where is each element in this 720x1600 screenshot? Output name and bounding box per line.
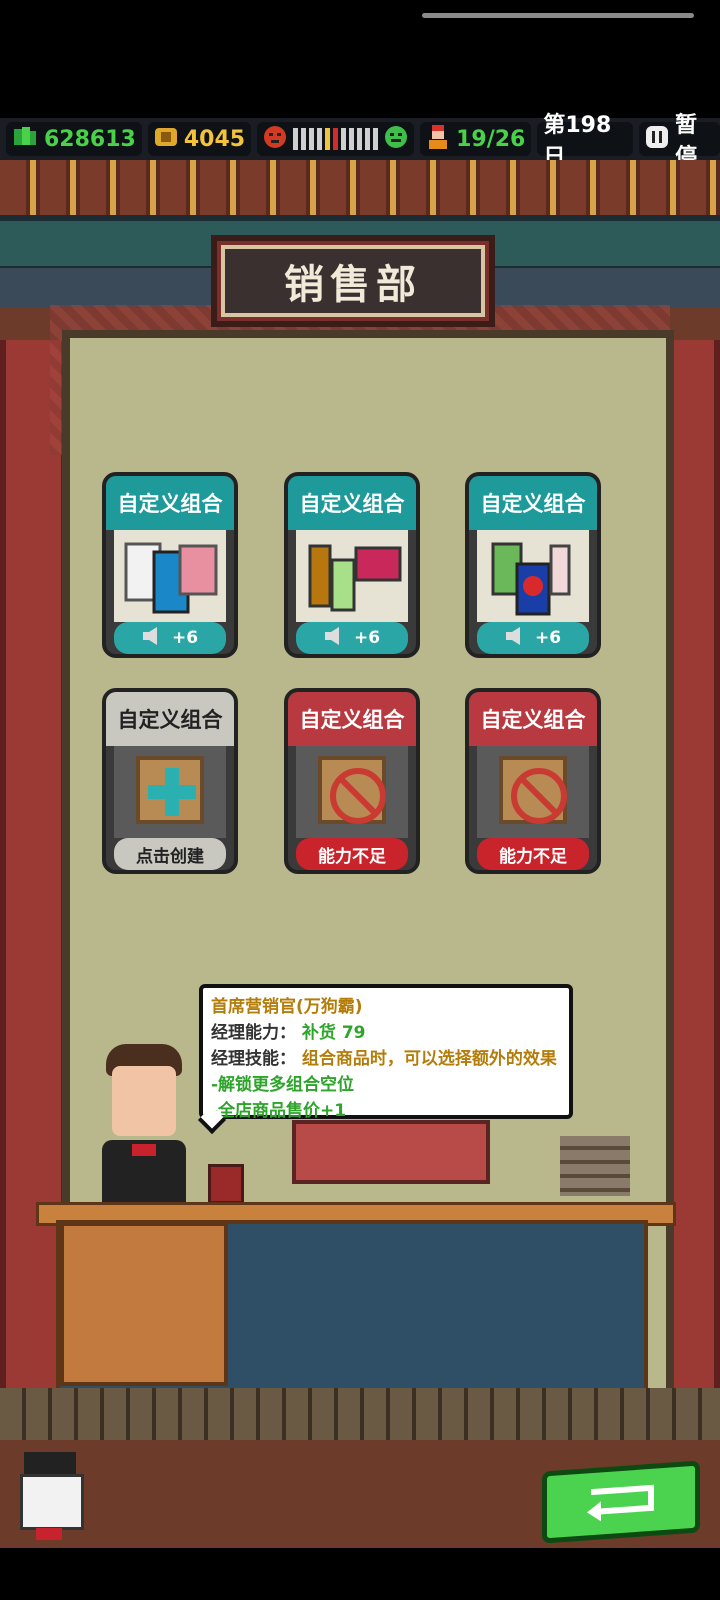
- crate-image: [114, 746, 226, 838]
- computer-monitor: [292, 1120, 490, 1184]
- ability-value: 补货 79: [301, 1023, 366, 1043]
- bow-tie-icon: [132, 1144, 156, 1156]
- pause-icon: [645, 125, 669, 153]
- speaker-icon: [505, 626, 527, 651]
- top-hat-icon: [24, 1452, 76, 1474]
- sales-department-scene: 销售部 自定义组合 +6 自定义组合 +6 自定义组合 +6 自定义组合 点击创…: [0, 160, 720, 1600]
- skill-effect-2: -全店商品售价+1: [211, 1101, 347, 1121]
- manager-title: 首席营销官(万狗霸): [211, 997, 363, 1017]
- staff-display: 19/26: [420, 122, 532, 156]
- create-combo-button[interactable]: 点击创建: [114, 838, 226, 870]
- no-entry-icon: [511, 768, 567, 824]
- combo-slot-title: 自定义组合: [469, 692, 597, 746]
- combo-slot-title: 自定义组合: [106, 476, 234, 530]
- return-arrow-icon: [581, 1477, 661, 1527]
- crate-icon: [499, 756, 567, 824]
- staff-count: 19/26: [456, 126, 526, 152]
- gesture-bar: [422, 13, 694, 18]
- locked-crate-image: [296, 746, 408, 838]
- desk-drawers: [60, 1222, 228, 1386]
- skill-label: 经理技能：: [211, 1049, 296, 1069]
- combo-slot-locked-2[interactable]: 自定义组合 能力不足: [465, 688, 601, 874]
- combo-slot-bonus: +6: [296, 622, 408, 654]
- department-sign: 销售部: [211, 235, 495, 327]
- navigation-bar: [0, 1548, 720, 1600]
- crate-icon: [136, 756, 204, 824]
- insufficient-ability-label: 能力不足: [477, 838, 589, 870]
- money-value: 628613: [44, 126, 136, 152]
- locked-crate-image: [477, 746, 589, 838]
- combo-slot-2[interactable]: 自定义组合 +6: [284, 472, 420, 658]
- bow-tie-icon: [36, 1528, 62, 1540]
- staff-person-icon: [426, 124, 450, 154]
- no-entry-icon: [330, 768, 386, 824]
- combo-slot-title: 自定义组合: [106, 692, 234, 746]
- skill-value: 组合商品时，可以选择额外的效果: [301, 1049, 557, 1069]
- coin-value: 4045: [183, 126, 246, 152]
- status-area: [0, 0, 720, 118]
- ability-label: 经理能力：: [211, 1023, 296, 1043]
- combo-products-image: [296, 530, 408, 622]
- coin-display: 4045: [147, 122, 252, 156]
- top-hud: 628613 4045 19/26 第198日 暂停: [0, 113, 720, 170]
- drink-cup: [208, 1164, 244, 1204]
- combo-slot-1[interactable]: 自定义组合 +6: [102, 472, 238, 658]
- combo-slot-create[interactable]: 自定义组合 点击创建: [102, 688, 238, 874]
- pause-button[interactable]: 暂停: [639, 113, 720, 170]
- speaker-icon: [324, 626, 346, 651]
- combo-slot-title: 自定义组合: [288, 476, 416, 530]
- happy-face-icon: [384, 125, 408, 153]
- cash-icon: [12, 125, 38, 153]
- mood-meter: [257, 122, 415, 156]
- speaker-icon: [142, 626, 164, 651]
- book-stack: [560, 1136, 630, 1196]
- mood-bar: [293, 128, 379, 150]
- angry-face-icon: [263, 125, 287, 153]
- combo-slot-title: 自定义组合: [469, 476, 597, 530]
- page-title: 销售部: [284, 262, 422, 308]
- combo-slot-bonus: +6: [114, 622, 226, 654]
- combo-slot-bonus: +6: [477, 622, 589, 654]
- coin-icon: [154, 126, 178, 152]
- skill-effect-1: -解锁更多组合空位: [211, 1075, 355, 1095]
- floor-fence: [0, 1388, 720, 1440]
- crate-icon: [318, 756, 386, 824]
- day-counter: 第198日: [537, 113, 634, 170]
- combo-slot-title: 自定义组合: [288, 692, 416, 746]
- combo-slot-locked-1[interactable]: 自定义组合 能力不足: [284, 688, 420, 874]
- combo-slot-3[interactable]: 自定义组合 +6: [465, 472, 601, 658]
- money-display: 628613: [6, 122, 142, 156]
- manager-info-tooltip: 首席营销官(万狗霸) 经理能力： 补货 79 经理技能： 组合商品时，可以选择额…: [199, 984, 573, 1121]
- insufficient-ability-label: 能力不足: [296, 838, 408, 870]
- combo-products-image: [477, 530, 589, 622]
- combo-products-image: [114, 530, 226, 622]
- manager-character[interactable]: [102, 1044, 186, 1204]
- mascot-cat-character[interactable]: [6, 1440, 92, 1550]
- back-button[interactable]: [542, 1460, 700, 1544]
